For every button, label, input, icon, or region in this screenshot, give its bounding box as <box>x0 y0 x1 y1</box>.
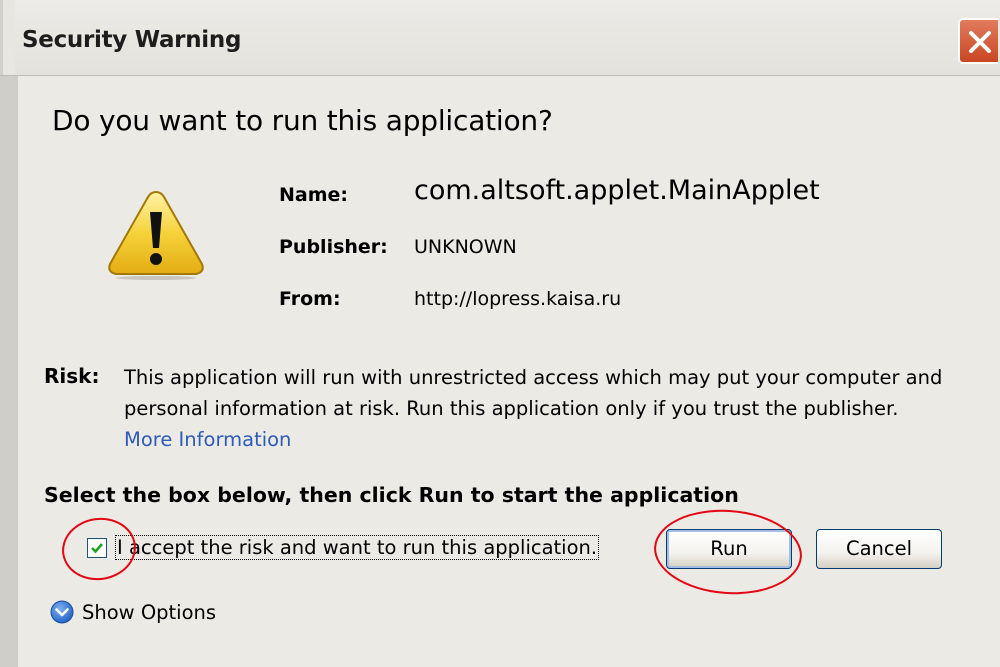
name-label: Name: <box>279 184 349 206</box>
more-information-link[interactable]: More Information <box>124 428 291 451</box>
instruction-text: Select the box below, then click Run to … <box>44 483 739 507</box>
run-button[interactable]: Run <box>666 529 792 569</box>
publisher-label: Publisher: <box>279 236 388 258</box>
window-left-border <box>0 76 18 667</box>
warning-icon <box>108 190 204 280</box>
accept-risk-label[interactable]: I accept the risk and want to run this a… <box>114 535 600 560</box>
dialog-title: Security Warning <box>22 27 242 53</box>
show-options-label: Show Options <box>82 600 217 624</box>
title-bar[interactable]: Security Warning <box>0 0 1000 76</box>
security-warning-dialog: Security Warning Do you want to run this… <box>0 0 1000 667</box>
accept-risk-checkbox[interactable] <box>87 538 107 558</box>
publisher-value: UNKNOWN <box>414 236 517 258</box>
close-icon <box>969 31 991 53</box>
close-button[interactable] <box>958 18 998 64</box>
risk-description: This application will run with unrestric… <box>124 366 943 420</box>
chevron-down-circle-icon <box>50 600 74 624</box>
name-value: com.altsoft.applet.MainApplet <box>414 175 820 206</box>
title-bar-edge <box>0 0 15 75</box>
from-value: http://lopress.kaisa.ru <box>414 288 622 310</box>
from-label: From: <box>279 288 341 310</box>
risk-label: Risk: <box>44 364 100 388</box>
show-options-toggle[interactable]: Show Options <box>50 600 216 624</box>
cancel-button[interactable]: Cancel <box>816 529 942 569</box>
dialog-question: Do you want to run this application? <box>52 104 553 137</box>
check-icon <box>91 543 103 554</box>
